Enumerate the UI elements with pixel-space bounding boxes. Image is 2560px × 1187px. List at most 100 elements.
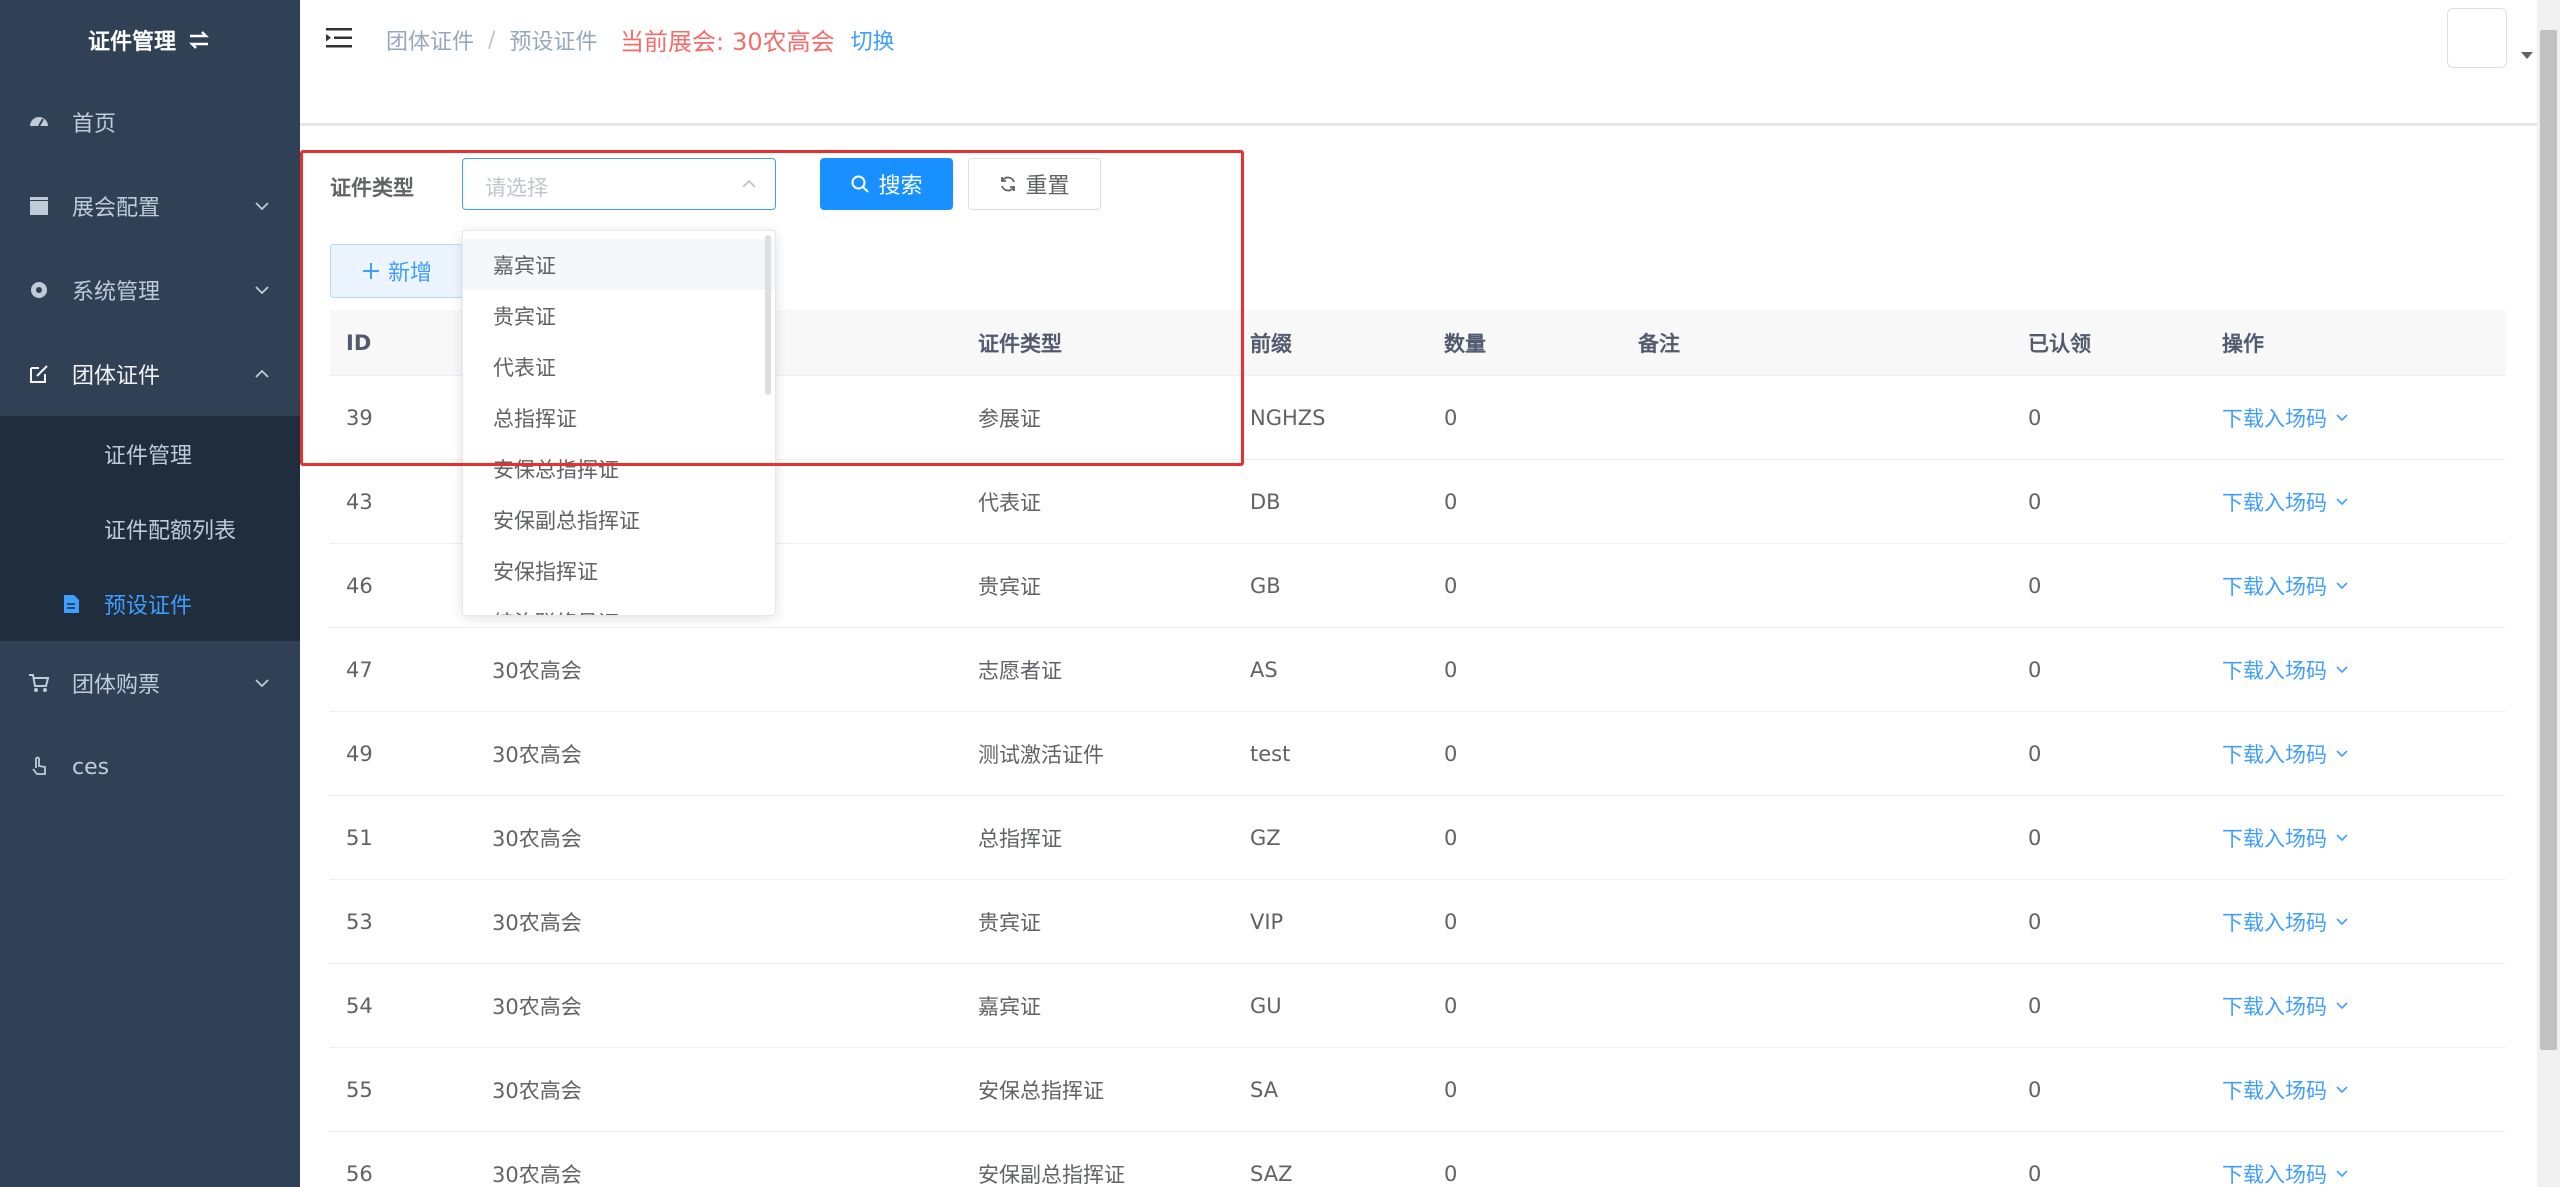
table-cell-qty: 0 <box>1444 1161 1458 1186</box>
download-entry-code-label: 下载入场码 <box>2222 994 2327 1019</box>
dropdown-option[interactable]: 嘉宾证 <box>463 239 775 290</box>
download-entry-code-label: 下载入场码 <box>2222 574 2327 599</box>
breadcrumb-item: 预设证件 <box>509 30 598 55</box>
table-cell-prefix: AS <box>1250 657 1278 682</box>
avatar[interactable] <box>2447 8 2507 68</box>
sidebar-item-cert-quota-list[interactable]: 证件配额列表 <box>0 491 300 566</box>
table-cell-type: 志愿者证 <box>978 658 1062 683</box>
sidebar-item-label: 团体证件 <box>72 364 161 389</box>
sidebar-item-group-tickets[interactable]: 团体购票 <box>0 641 300 725</box>
brand-title: 证件管理 <box>87 30 176 55</box>
column-header: 已认领 <box>2028 331 2091 356</box>
chevron-up-icon <box>255 369 269 378</box>
clapperboard-icon <box>28 195 50 217</box>
switch-expo-link[interactable]: 切换 <box>851 24 895 56</box>
chevron-down-icon <box>2336 750 2348 758</box>
document-icon <box>60 593 82 615</box>
sidebar-item-home[interactable]: 首页 <box>0 80 300 164</box>
gear-icon <box>28 279 50 301</box>
dropdown-option[interactable]: 总指挥证 <box>463 392 775 443</box>
table-cell-type: 贵宾证 <box>978 574 1041 599</box>
download-entry-code-label: 下载入场码 <box>2222 490 2327 515</box>
sidebar-item-preset-certificates[interactable]: 预设证件 <box>0 566 300 641</box>
current-expo-label: 当前展会: <box>620 28 725 56</box>
table-cell-expo: 30农高会 <box>492 742 582 767</box>
column-header: 数量 <box>1444 331 1486 356</box>
switch-arrows-icon[interactable] <box>186 29 212 51</box>
column-header: 前缀 <box>1250 331 1292 356</box>
table-cell-prefix: NGHZS <box>1250 405 1326 430</box>
page-scrollbar[interactable] <box>2537 0 2560 1187</box>
table-cell-id: 43 <box>346 489 373 514</box>
chevron-down-icon <box>2336 582 2348 590</box>
cert-type-label: 证件类型 <box>330 176 414 200</box>
table-cell-claimed: 0 <box>2028 489 2042 514</box>
add-button[interactable]: 新增 <box>330 244 464 298</box>
page-scrollbar-thumb[interactable] <box>2540 30 2557 1050</box>
download-entry-code-dropdown[interactable]: 下载入场码 <box>2206 907 2506 937</box>
table-cell-id: 39 <box>346 405 373 430</box>
dropdown-option[interactable]: 安保副总指挥证 <box>463 494 775 545</box>
dropdown-option[interactable]: 代表证 <box>463 341 775 392</box>
table-cell-id: 55 <box>346 1077 373 1102</box>
download-entry-code-dropdown[interactable]: 下载入场码 <box>2206 991 2506 1021</box>
download-entry-code-dropdown[interactable]: 下载入场码 <box>2206 403 2506 433</box>
table-row: 56 30农高会 安保副总指挥证 SAZ 0 0 下载入场码 <box>330 1132 2506 1187</box>
dropdown-option[interactable]: 安保总指挥证 <box>463 443 775 494</box>
dropdown-option[interactable]: 综治联络员证 <box>463 596 775 616</box>
sidebar-brand[interactable]: 证件管理 <box>0 0 300 80</box>
dropdown-option[interactable]: 安保指挥证 <box>463 545 775 596</box>
table-cell-type: 参展证 <box>978 406 1041 431</box>
table-cell-type: 代表证 <box>978 490 1041 515</box>
breadcrumb-item[interactable]: 团体证件 <box>386 24 474 56</box>
cert-type-dropdown: 嘉宾证贵宾证代表证总指挥证安保总指挥证安保副总指挥证安保指挥证综治联络员证 <box>462 230 776 616</box>
caret-down-icon[interactable] <box>2521 52 2533 59</box>
download-entry-code-label: 下载入场码 <box>2222 1078 2327 1103</box>
table-cell-qty: 0 <box>1444 405 1458 430</box>
reset-button[interactable]: 重置 <box>968 158 1101 210</box>
chevron-down-icon <box>2336 666 2348 674</box>
table-cell-qty: 0 <box>1444 825 1458 850</box>
table-cell-id: 54 <box>346 993 373 1018</box>
cert-type-select[interactable]: 请选择 <box>462 158 776 210</box>
table-cell-prefix: test <box>1250 741 1291 766</box>
table-cell-claimed: 0 <box>2028 405 2042 430</box>
hamburger-icon[interactable] <box>326 26 352 50</box>
chevron-down-icon <box>2336 1002 2348 1010</box>
download-entry-code-dropdown[interactable]: 下载入场码 <box>2206 1159 2506 1187</box>
sidebar-item-group-certificates[interactable]: 团体证件 <box>0 332 300 416</box>
chevron-down-icon <box>2336 1086 2348 1094</box>
table-cell-id: 49 <box>346 741 373 766</box>
table-cell-prefix: GB <box>1250 573 1281 598</box>
download-entry-code-dropdown[interactable]: 下载入场码 <box>2206 1075 2506 1105</box>
table-cell-type: 测试激活证件 <box>978 742 1104 767</box>
download-entry-code-dropdown[interactable]: 下载入场码 <box>2206 487 2506 517</box>
dropdown-scrollbar[interactable] <box>765 235 771 395</box>
table-cell-qty: 0 <box>1444 741 1458 766</box>
search-icon <box>851 175 870 193</box>
sidebar-item-expo-config[interactable]: 展会配置 <box>0 164 300 248</box>
chevron-up-icon <box>742 179 756 188</box>
chevron-down-icon <box>2336 918 2348 926</box>
download-entry-code-dropdown[interactable]: 下载入场码 <box>2206 571 2506 601</box>
table-cell-claimed: 0 <box>2028 1161 2042 1186</box>
sidebar-item-cert-management[interactable]: 证件管理 <box>0 416 300 491</box>
dropdown-list: 嘉宾证贵宾证代表证总指挥证安保总指挥证安保副总指挥证安保指挥证综治联络员证 <box>463 231 775 616</box>
table-cell-claimed: 0 <box>2028 573 2042 598</box>
chevron-down-icon <box>2336 1170 2348 1178</box>
dropdown-option[interactable]: 贵宾证 <box>463 290 775 341</box>
sidebar-item-ces[interactable]: ces <box>0 725 300 809</box>
current-expo: 当前展会: 30农高会 切换 <box>620 22 895 57</box>
download-entry-code-dropdown[interactable]: 下载入场码 <box>2206 739 2506 769</box>
table-row: 55 30农高会 安保总指挥证 SA 0 0 下载入场码 <box>330 1048 2506 1132</box>
table-cell-expo: 30农高会 <box>492 826 582 851</box>
download-entry-code-dropdown[interactable]: 下载入场码 <box>2206 655 2506 685</box>
table-cell-claimed: 0 <box>2028 825 2042 850</box>
table-row: 54 30农高会 嘉宾证 GU 0 0 下载入场码 <box>330 964 2506 1048</box>
table-cell-claimed: 0 <box>2028 993 2042 1018</box>
chevron-down-icon <box>2336 414 2348 422</box>
download-entry-code-dropdown[interactable]: 下载入场码 <box>2206 823 2506 853</box>
chevron-down-icon <box>2336 498 2348 506</box>
sidebar-item-system[interactable]: 系统管理 <box>0 248 300 332</box>
search-button[interactable]: 搜索 <box>820 158 953 210</box>
